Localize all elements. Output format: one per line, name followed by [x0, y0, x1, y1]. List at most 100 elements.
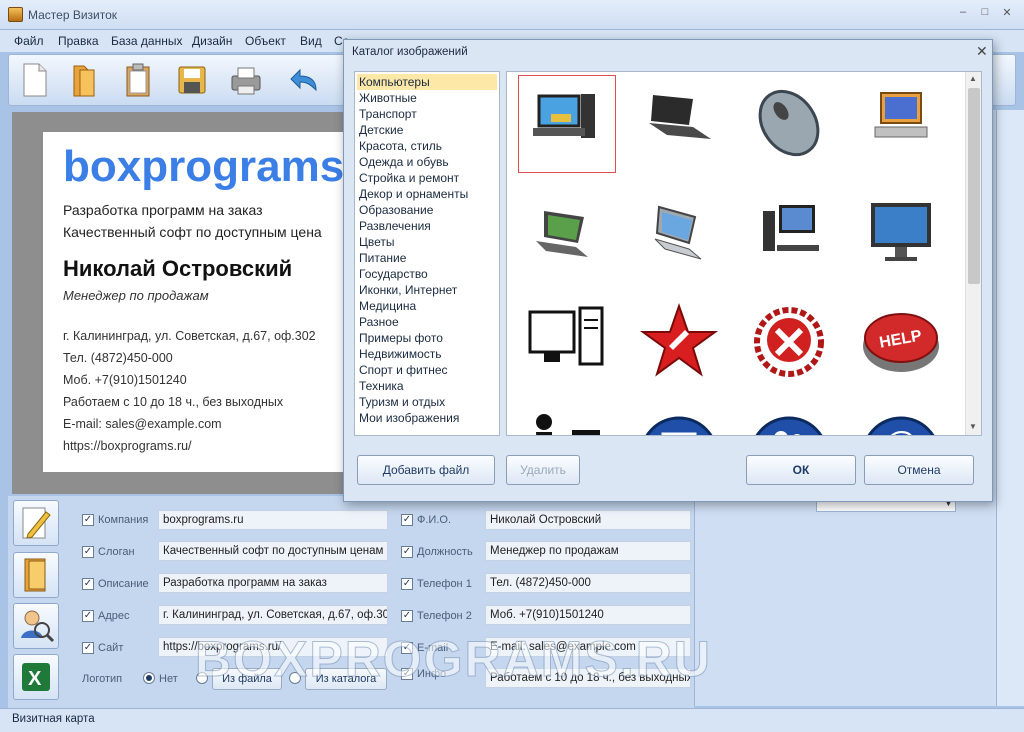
delete-button[interactable]: Удалить [506, 455, 580, 485]
category-item[interactable]: Транспорт [357, 106, 497, 122]
status-text: Визитная карта [12, 713, 95, 725]
category-item[interactable]: Иконки, Интернет [357, 282, 497, 298]
address-label: Адрес [98, 610, 130, 622]
panel-tabs-strip [996, 110, 1024, 706]
gallery-scrollbar[interactable]: ▲ ▼ [965, 72, 981, 435]
company-label: Компания [98, 514, 149, 526]
scroll-up-icon[interactable]: ▲ [969, 74, 977, 83]
maximize-button[interactable]: □ [974, 6, 996, 22]
menu-database[interactable]: База данных [111, 34, 182, 48]
description-field[interactable]: Разработка программ на заказ [158, 573, 388, 593]
laptop-open-icon[interactable] [518, 185, 616, 283]
clipboard-icon[interactable] [118, 60, 158, 100]
position-checkbox[interactable]: ✓ [401, 546, 413, 558]
phone1-field[interactable]: Тел. (4872)450-000 [485, 573, 691, 593]
menu-file[interactable]: Файл [14, 34, 44, 48]
category-item[interactable]: Медицина [357, 298, 497, 314]
company-field[interactable]: boxprograms.ru [158, 510, 388, 530]
database-book-button[interactable] [13, 552, 59, 598]
menu-design[interactable]: Дизайн [192, 34, 232, 48]
category-item[interactable]: Спорт и фитнес [357, 362, 497, 378]
pc-tower-monitor-icon[interactable] [741, 185, 839, 283]
menu-edit[interactable]: Правка [58, 34, 99, 48]
widescreen-monitor-icon[interactable] [853, 185, 951, 283]
desktop-computer-icon[interactable] [518, 75, 616, 173]
category-item[interactable]: Образование [357, 202, 497, 218]
site-checkbox[interactable]: ✓ [82, 642, 94, 654]
description-checkbox[interactable]: ✓ [82, 578, 94, 590]
card-site: https://boxprograms.ru/ [63, 439, 192, 453]
phone2-label: Телефон 2 [417, 610, 472, 622]
category-item[interactable]: Недвижимость [357, 346, 497, 362]
card-line2: Качественный софт по доступным цена [63, 224, 322, 240]
address-field[interactable]: г. Калининград, ул. Советская, д.67, оф.… [158, 605, 388, 625]
red-star-icon[interactable] [631, 294, 729, 392]
phone2-checkbox[interactable]: ✓ [401, 610, 413, 622]
category-item[interactable]: Разное [357, 314, 497, 330]
position-field[interactable]: Менеджер по продажам [485, 541, 691, 561]
category-item[interactable]: Примеры фото [357, 330, 497, 346]
slogan-checkbox[interactable]: ✓ [82, 546, 94, 558]
business-card[interactable]: boxprograms Разработка программ на заказ… [43, 132, 373, 472]
netbook-icon[interactable] [631, 185, 729, 283]
edit-card-button[interactable] [13, 500, 59, 546]
category-item[interactable]: Животные [357, 90, 497, 106]
laptop-icon[interactable] [631, 75, 729, 173]
category-list: Компьютеры Животные Транспорт Детские Кр… [354, 71, 500, 436]
blue-users-circle-icon[interactable] [741, 400, 839, 435]
category-item[interactable]: Детские [357, 122, 497, 138]
open-folder-icon[interactable] [64, 60, 104, 100]
address-checkbox[interactable]: ✓ [82, 610, 94, 622]
category-item[interactable]: Декор и орнаменты [357, 186, 497, 202]
phone2-field[interactable]: Моб. +7(910)1501240 [485, 605, 691, 625]
new-file-icon[interactable] [14, 60, 54, 100]
scroll-down-icon[interactable]: ▼ [969, 422, 977, 431]
menu-object[interactable]: Объект [245, 34, 286, 48]
slogan-field[interactable]: Качественный софт по доступным ценам [158, 541, 388, 561]
save-icon[interactable] [172, 60, 212, 100]
close-icon[interactable]: ✕ [976, 43, 988, 60]
fio-checkbox[interactable]: ✓ [401, 514, 413, 526]
minimize-button[interactable]: – [952, 6, 974, 22]
cancel-button[interactable]: Отмена [864, 455, 974, 485]
close-button[interactable]: ✕ [996, 6, 1018, 22]
category-item[interactable]: Развлечения [357, 218, 497, 234]
category-item[interactable]: Красота, стиль [357, 138, 497, 154]
position-label: Должность [417, 546, 473, 558]
category-item[interactable]: Цветы [357, 234, 497, 250]
add-file-button[interactable]: Добавить файл [357, 455, 495, 485]
search-contacts-button[interactable] [13, 603, 59, 649]
blue-computer-circle-icon[interactable] [631, 400, 729, 435]
blue-at-sign-circle-icon[interactable]: @ [853, 400, 951, 435]
card-position: Менеджер по продажам [63, 288, 209, 303]
help-button-icon[interactable]: HELP [853, 294, 951, 392]
category-item[interactable]: Компьютеры [357, 74, 497, 90]
person-at-computer-icon[interactable] [518, 400, 616, 435]
menu-view[interactable]: Вид [300, 34, 322, 48]
ok-button[interactable]: ОК [746, 455, 856, 485]
undo-icon[interactable] [286, 60, 326, 100]
logo-none-radio[interactable] [143, 672, 155, 684]
category-item[interactable]: Мои изображения [357, 410, 497, 426]
fio-field[interactable]: Николай Островский [485, 510, 691, 530]
category-item[interactable]: Одежда и обувь [357, 154, 497, 170]
monitor-tower-outline-icon[interactable] [518, 294, 616, 392]
card-company: boxprograms [63, 142, 345, 191]
category-item[interactable]: Туризм и отдых [357, 394, 497, 410]
category-item[interactable]: Питание [357, 250, 497, 266]
excel-export-button[interactable]: X [13, 654, 59, 700]
category-item[interactable]: Государство [357, 266, 497, 282]
card-name: Николай Островский [63, 256, 293, 281]
computer-user-icon[interactable] [853, 75, 951, 173]
hammer-sickle-emblem-icon[interactable] [741, 294, 839, 392]
category-item[interactable]: Стройка и ремонт [357, 170, 497, 186]
computer-mouse-icon[interactable] [741, 75, 839, 173]
image-gallery: HELP @ ▲ ▼ [506, 71, 982, 436]
category-item[interactable]: Техника [357, 378, 497, 394]
site-label: Сайт [98, 642, 124, 654]
status-bar: Визитная карта [0, 708, 1024, 732]
scrollbar-thumb[interactable] [968, 88, 980, 284]
print-icon[interactable] [226, 60, 266, 100]
company-checkbox[interactable]: ✓ [82, 514, 94, 526]
phone1-checkbox[interactable]: ✓ [401, 578, 413, 590]
